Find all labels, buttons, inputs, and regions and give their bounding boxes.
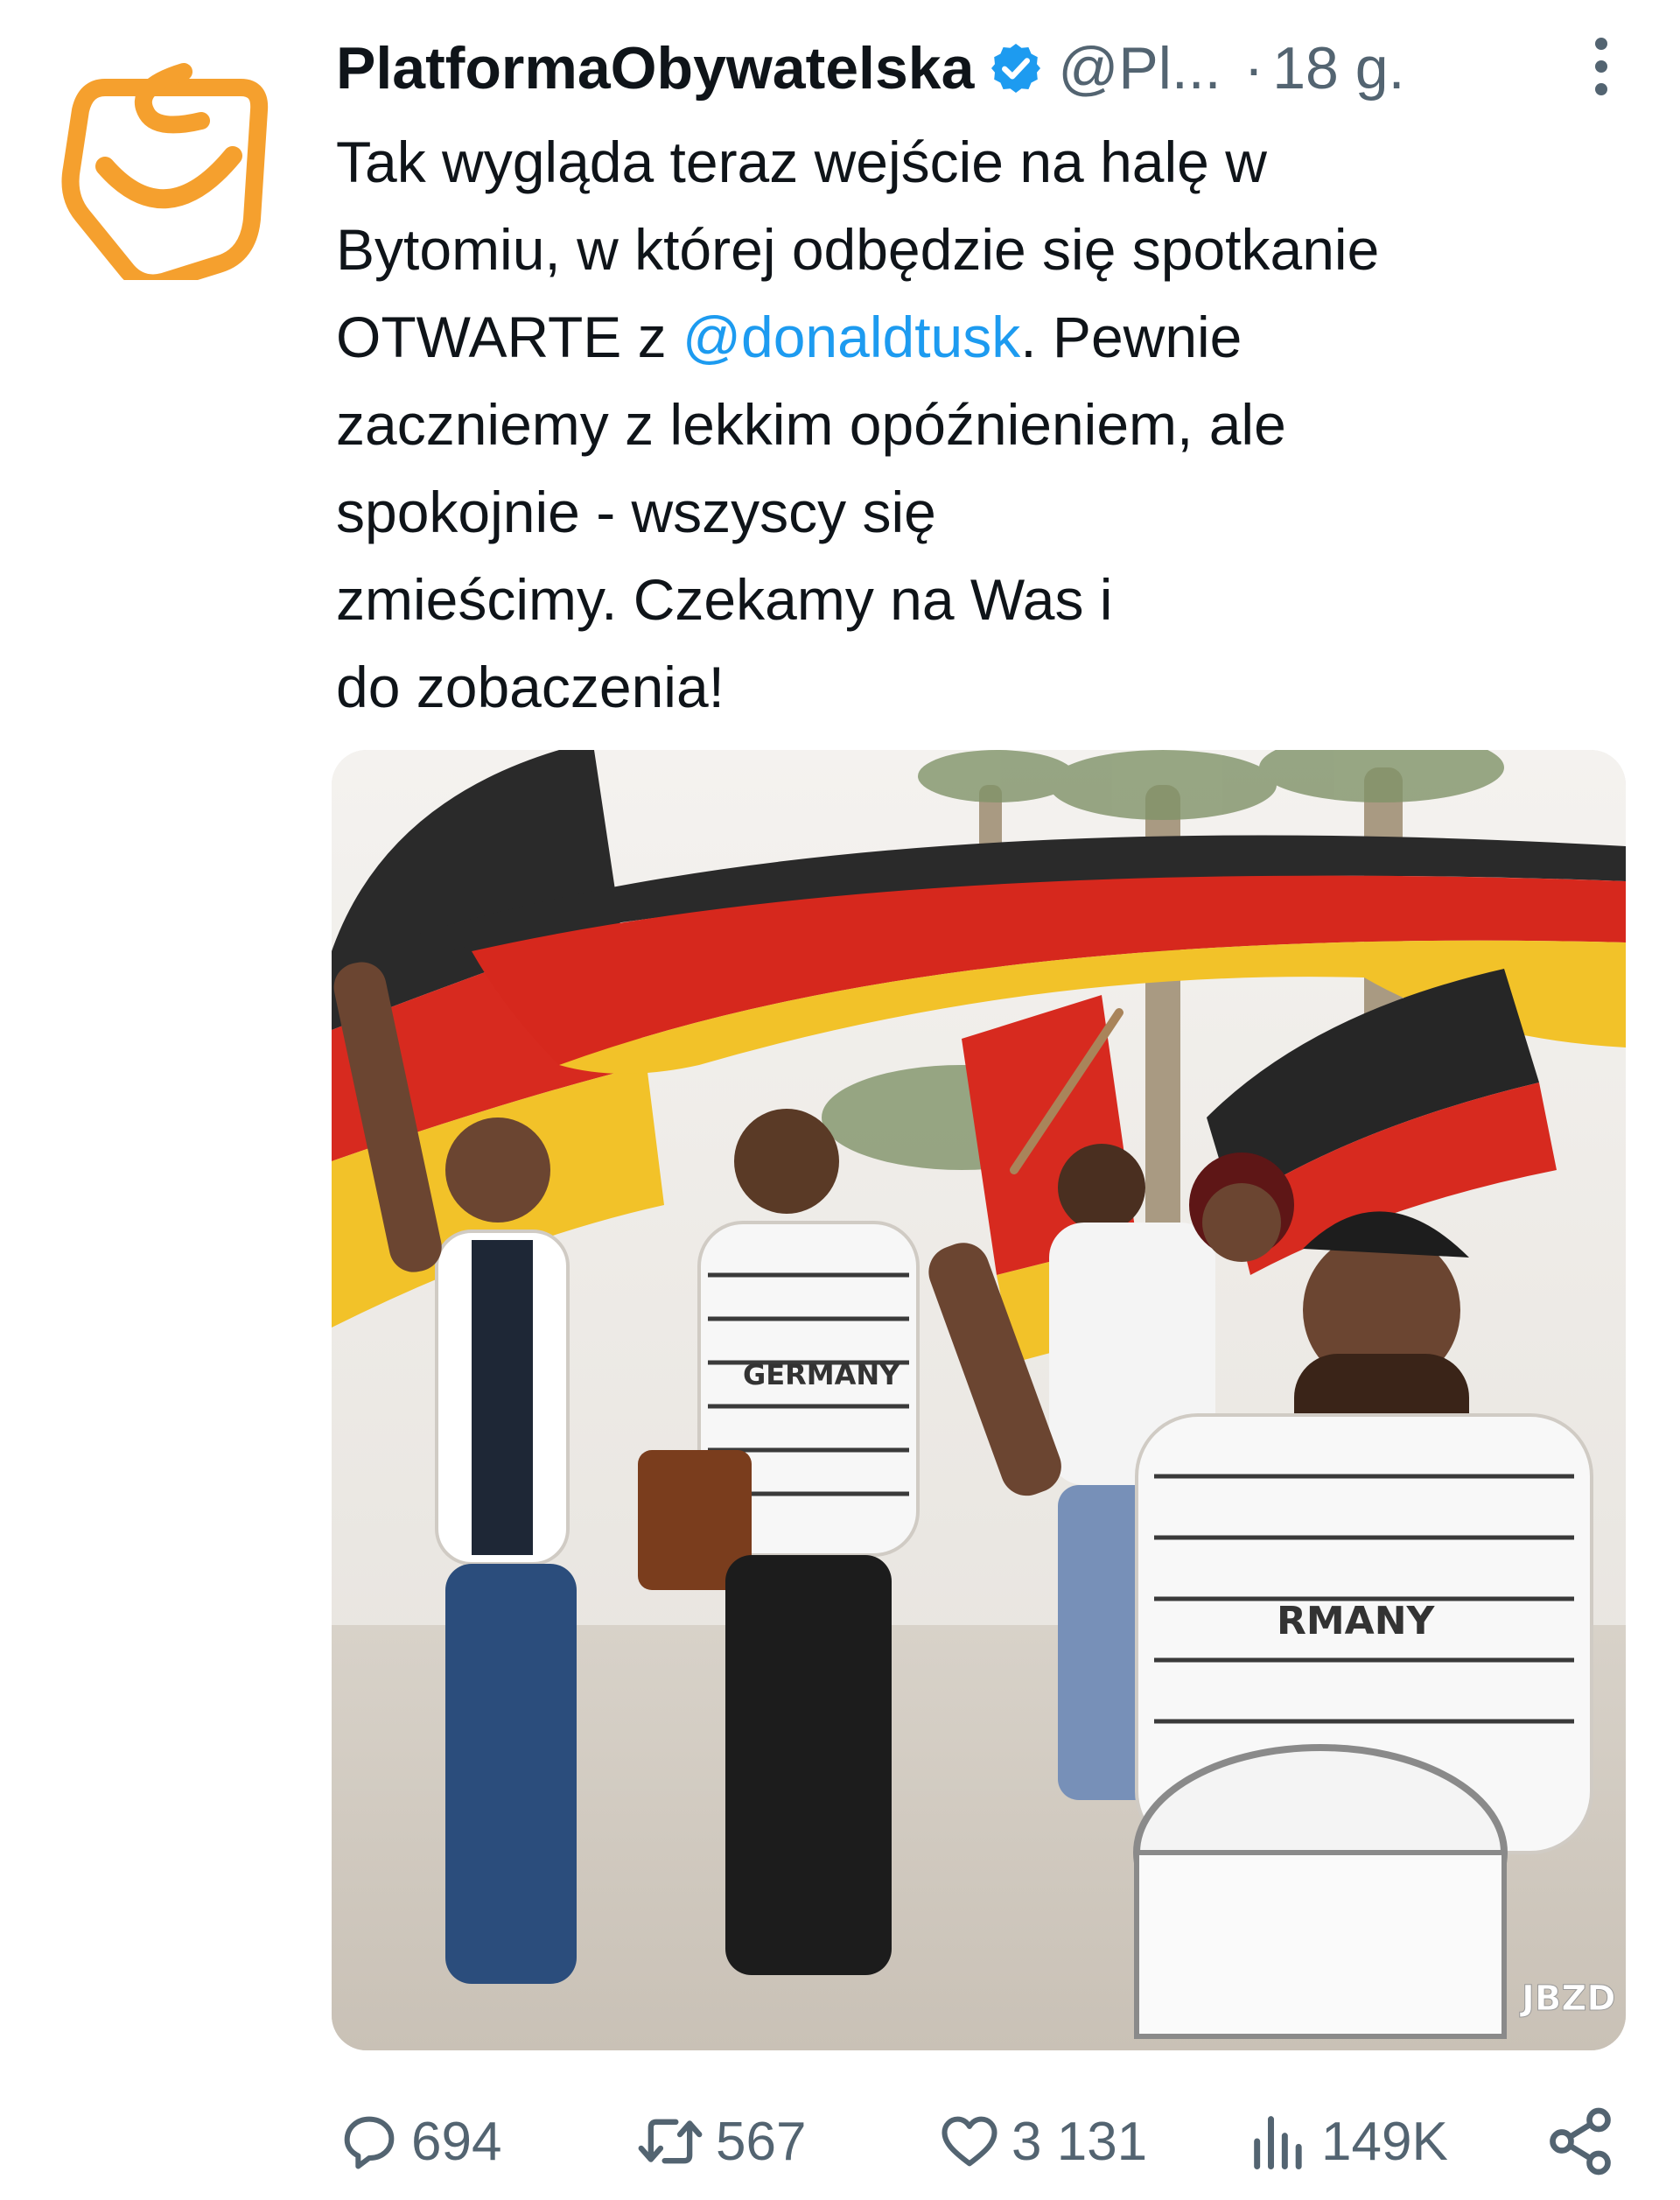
post-text-line-3: OTWARTE z @donaldtusk. Pewnie <box>336 293 1631 381</box>
post-text-line-1: Tak wygląda teraz wejście na halę w <box>336 118 1631 206</box>
post-photo[interactable]: GERMANY RMANY JBZD <box>332 750 1626 2050</box>
like-count: 3 131 <box>1012 2111 1148 2172</box>
reply-button[interactable]: 694 <box>336 2093 501 2189</box>
mention-link[interactable]: @donaldtusk <box>682 305 1020 369</box>
views-count: 149K <box>1321 2111 1448 2172</box>
post-text-line-7: do zobaczenia! <box>336 643 1631 731</box>
post-text: Tak wygląda teraz wejście na halę w Byto… <box>336 118 1631 731</box>
views-icon <box>1254 2116 1302 2169</box>
share-icon <box>1550 2107 1611 2175</box>
text-segment: Tak wygląda teraz wejście na halę w <box>336 130 1267 194</box>
post-time[interactable]: 18 g. <box>1272 34 1404 102</box>
post-text-line-2: Bytomiu, w której odbędzie się spotkanie <box>336 206 1631 293</box>
share-button[interactable] <box>1544 2093 1626 2189</box>
photo-illustration: GERMANY RMANY JBZD <box>332 750 1626 2050</box>
reply-icon <box>344 2116 395 2169</box>
repost-button[interactable]: 567 <box>634 2093 806 2189</box>
account-avatar[interactable] <box>52 53 280 292</box>
text-segment: Bytomiu, w której odbędzie się spotkanie <box>336 217 1380 282</box>
more-options-icon <box>1595 38 1607 95</box>
photo-watermark: JBZD <box>1519 1979 1616 2019</box>
shirt-text-right: RMANY <box>1277 1599 1436 1643</box>
post-action-bar: 694 567 3 131 149K <box>336 2093 1631 2189</box>
text-segment: zmieścimy. Czekamy na Was i <box>336 567 1113 632</box>
post-header: PlatformaObywatelska @Pl... · 18 g. <box>336 25 1648 112</box>
repost-count: 567 <box>716 2111 807 2172</box>
text-segment: OTWARTE z <box>336 305 682 369</box>
like-icon <box>942 2116 998 2167</box>
post-text-line-5: spokojnie - wszyscy się <box>336 468 1631 556</box>
shirt-text-left: GERMANY <box>743 1358 900 1391</box>
post-text-line-6: zmieścimy. Czekamy na Was i <box>336 556 1631 643</box>
text-segment: zaczniemy z lekkim opóźnieniem, ale <box>336 392 1286 457</box>
text-segment: . Pewnie <box>1020 305 1242 369</box>
like-button[interactable]: 3 131 <box>936 2093 1147 2189</box>
separator-dot: · <box>1243 35 1264 102</box>
logo-icon <box>61 63 269 292</box>
verified-badge-icon[interactable] <box>988 40 1044 96</box>
handle[interactable]: @Pl... <box>1058 34 1221 102</box>
text-segment: spokojnie - wszyscy się <box>336 480 936 544</box>
views-button[interactable]: 149K <box>1246 2093 1448 2189</box>
repost-icon <box>638 2119 703 2164</box>
post-text-line-4: zaczniemy z lekkim opóźnieniem, ale <box>336 381 1631 468</box>
reply-count: 694 <box>411 2111 502 2172</box>
display-name[interactable]: PlatformaObywatelska <box>336 34 974 102</box>
more-options-button[interactable] <box>1584 32 1619 102</box>
text-segment: do zobaczenia! <box>336 655 724 719</box>
